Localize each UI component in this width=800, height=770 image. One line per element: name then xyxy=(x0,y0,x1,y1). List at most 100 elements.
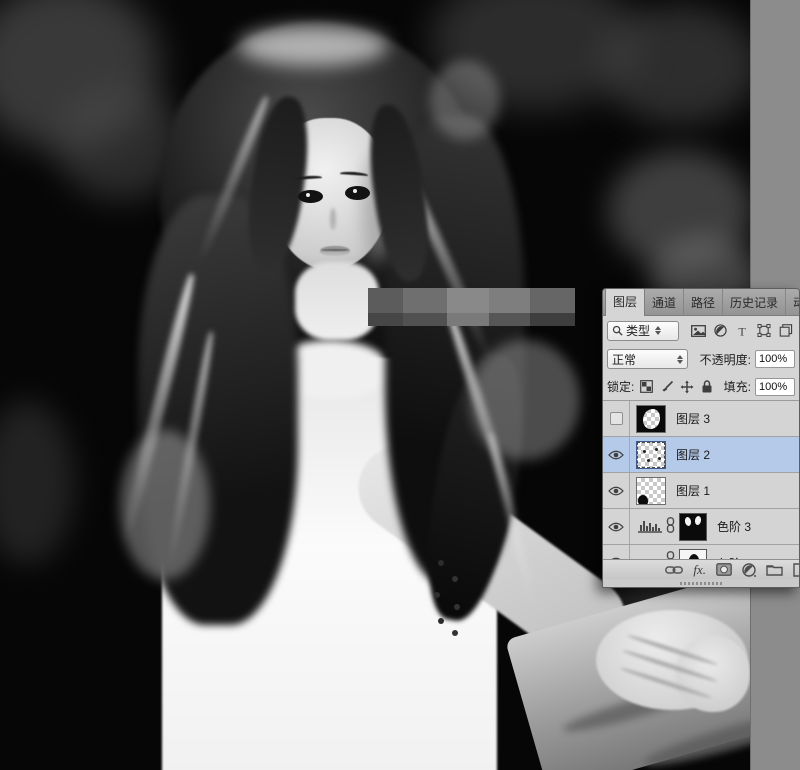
tab-actions[interactable]: 动作 xyxy=(786,289,799,315)
mosaic-block xyxy=(447,313,489,326)
hair-top-highlight xyxy=(238,26,388,66)
lock-label: 锁定: xyxy=(607,380,635,394)
layer-name: 图层 3 xyxy=(676,412,711,426)
thumbnail-dot xyxy=(658,456,661,460)
blend-mode-select[interactable]: 正常 xyxy=(607,349,688,369)
layer-thumbnail[interactable] xyxy=(636,476,666,505)
tab-paths[interactable]: 路径 xyxy=(684,289,724,315)
blend-mode-value: 正常 xyxy=(612,352,637,367)
grip-dots-icon xyxy=(680,581,722,585)
visibility-toggle[interactable] xyxy=(603,473,630,508)
chevron-updown-icon xyxy=(655,326,662,335)
thumbnail-dot xyxy=(647,458,650,462)
mask-link-icon[interactable] xyxy=(666,517,675,536)
neck xyxy=(295,262,379,340)
hair-wisp xyxy=(430,60,500,140)
mosaic-block xyxy=(402,288,448,313)
layer-name: 图层 1 xyxy=(676,484,711,498)
eye-left xyxy=(298,190,323,203)
lock-pixels-brush-icon[interactable] xyxy=(659,378,675,396)
visibility-toggle[interactable] xyxy=(603,401,630,436)
new-adjustment-layer-icon[interactable] xyxy=(742,562,756,577)
mosaic-block xyxy=(530,288,575,313)
layer-list: 图层 3 图层 2 图层 1 色阶 3 xyxy=(603,400,799,563)
levels-adjustment-icon[interactable] xyxy=(638,517,662,536)
filter-shape-layers-icon[interactable] xyxy=(755,322,773,340)
filter-type-layers-icon[interactable]: T xyxy=(733,322,751,340)
hand-fist xyxy=(676,636,750,712)
bokeh-blob xyxy=(600,5,750,125)
mask-blob xyxy=(684,515,692,527)
mosaic-block xyxy=(368,313,403,326)
add-layer-mask-icon[interactable] xyxy=(716,563,732,576)
filter-type-select[interactable]: 类型 xyxy=(607,320,679,341)
layer-name: 图层 2 xyxy=(676,448,711,462)
visibility-toggle[interactable] xyxy=(603,509,630,544)
layer-row-tuceng1[interactable]: 图层 1 xyxy=(603,473,799,509)
censor-mosaic xyxy=(368,288,575,326)
photoshop-workspace: 图层 通道 路径 历史记录 动作 类型 T xyxy=(0,0,800,770)
filter-adjustment-layers-icon[interactable] xyxy=(711,322,729,340)
lock-row: 锁定: 填充: xyxy=(603,373,799,400)
mosaic-block xyxy=(368,288,403,313)
search-icon xyxy=(612,325,623,336)
new-layer-icon[interactable] xyxy=(793,562,799,577)
opacity-input[interactable] xyxy=(755,350,795,368)
layer-name: 色阶 3 xyxy=(717,520,752,534)
layer-row-tuceng3[interactable]: 图层 3 xyxy=(603,401,799,437)
visibility-empty-checkbox xyxy=(609,412,623,425)
layer-thumbnail[interactable] xyxy=(636,404,666,433)
svg-text:T: T xyxy=(738,325,746,337)
eye-icon xyxy=(608,450,624,459)
hair-wisp xyxy=(120,430,210,580)
opacity-label: 不透明度: xyxy=(699,352,751,367)
fill-input[interactable] xyxy=(755,377,795,396)
new-group-folder-icon[interactable] xyxy=(766,563,783,576)
lip-line xyxy=(321,249,349,251)
layer-row-tuceng2[interactable]: 图层 2 xyxy=(603,437,799,473)
eye-right xyxy=(345,186,370,200)
filter-pixel-layers-icon[interactable] xyxy=(689,322,707,340)
layer-filter-row: 类型 T xyxy=(603,316,799,345)
lock-all-padlock-icon[interactable] xyxy=(699,378,715,396)
filter-type-label: 类型 xyxy=(626,324,651,338)
tab-history[interactable]: 历史记录 xyxy=(723,289,787,315)
thumbnail-dot xyxy=(643,449,646,453)
corset-lacing xyxy=(438,560,444,566)
panel-resize-grip[interactable] xyxy=(603,579,799,587)
mosaic-block xyxy=(530,313,575,326)
visibility-toggle[interactable] xyxy=(603,437,630,472)
lock-transparency-icon[interactable] xyxy=(638,378,654,396)
layer-row-sejie3[interactable]: 色阶 3 xyxy=(603,509,799,545)
thumbnail-dot xyxy=(655,447,658,451)
fill-label: 填充: xyxy=(723,380,751,394)
mosaic-block xyxy=(447,288,489,313)
lips xyxy=(320,246,350,256)
link-layers-icon[interactable] xyxy=(665,565,684,575)
eye-icon xyxy=(608,486,624,495)
mosaic-block xyxy=(488,313,531,326)
chevron-updown-icon xyxy=(676,354,683,364)
lock-position-move-icon[interactable] xyxy=(679,378,695,396)
layer-style-fx-icon[interactable]: fx. xyxy=(693,562,706,578)
hair-wisp xyxy=(470,340,580,460)
mosaic-block xyxy=(402,313,448,326)
eye-catchlight xyxy=(306,193,310,197)
eye-catchlight xyxy=(353,189,357,193)
eye-icon xyxy=(608,522,624,531)
thumbnail-blob xyxy=(643,408,660,429)
panel-tab-bar: 图层 通道 路径 历史记录 动作 xyxy=(603,289,799,316)
mosaic-block xyxy=(488,288,531,313)
panel-footer-toolbar: fx. xyxy=(603,559,799,579)
filter-smart-objects-icon[interactable] xyxy=(777,322,795,340)
tab-layers[interactable]: 图层 xyxy=(605,289,646,316)
nose xyxy=(330,208,336,230)
layers-panel: 图层 通道 路径 历史记录 动作 类型 T xyxy=(602,288,800,588)
thumbnail-blob xyxy=(638,494,648,504)
bokeh-blob xyxy=(0,400,75,565)
mask-blob xyxy=(694,515,702,525)
layer-thumbnail[interactable] xyxy=(636,440,666,469)
blend-mode-row: 正常 不透明度: xyxy=(603,345,799,373)
tab-channels[interactable]: 通道 xyxy=(645,289,685,315)
layer-mask-thumbnail[interactable] xyxy=(679,512,707,541)
